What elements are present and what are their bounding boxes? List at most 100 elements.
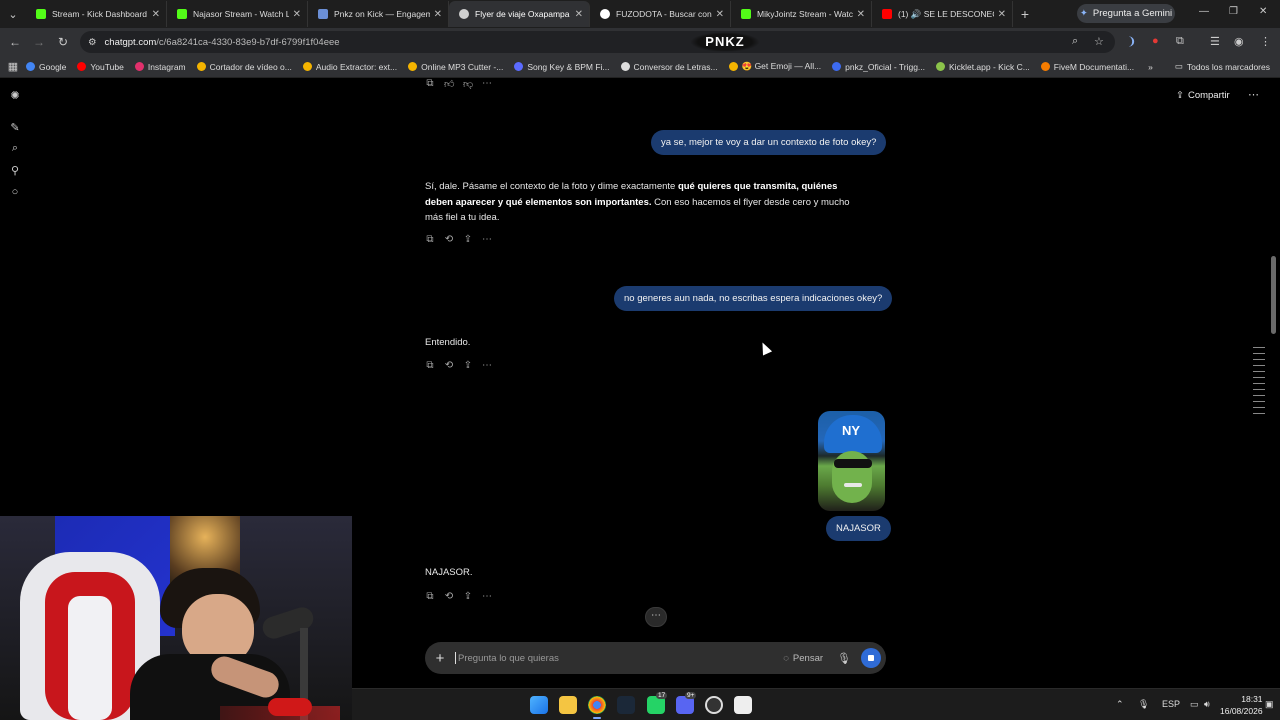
bookmark-label: Audio Extractor: ext... bbox=[315, 61, 398, 72]
microphone-icon[interactable]: 🎙︎ bbox=[1138, 699, 1149, 710]
volume-icon[interactable]: 🔊︎ bbox=[1204, 699, 1210, 710]
back-icon[interactable]: ← bbox=[3, 35, 27, 49]
share-button[interactable]: ⇪ Compartir bbox=[1176, 90, 1230, 101]
more-options-icon[interactable]: ⋯ bbox=[1248, 88, 1259, 101]
share-icon[interactable]: ⇪ bbox=[463, 591, 473, 602]
chevron-up-icon[interactable]: ⌃ bbox=[1116, 699, 1124, 710]
openai-logo-icon[interactable]: ✺ bbox=[8, 89, 22, 102]
tab-google-search[interactable]: FUZODOTA - Buscar con G ✕ bbox=[590, 1, 731, 27]
think-button[interactable]: ◌ Pensar bbox=[783, 653, 823, 664]
tab-youtube[interactable]: (1) 🔊 SE LE DESCONECTA ✕ bbox=[872, 1, 1013, 27]
tab-mikyjointz-stream[interactable]: MikyJointz Stream - Watch ✕ bbox=[731, 1, 872, 27]
site-info-icon[interactable]: ⚙ bbox=[88, 37, 97, 48]
copy-icon[interactable]: ⧉ bbox=[425, 360, 435, 371]
star-icon[interactable]: ☆ bbox=[1094, 35, 1104, 48]
plus-icon[interactable]: + bbox=[425, 650, 455, 667]
copy-icon[interactable]: ⧉ bbox=[425, 234, 435, 245]
bookmark-item[interactable]: YouTube bbox=[77, 62, 124, 72]
user-message: ya se, mejor te voy a dar un contexto de… bbox=[651, 130, 887, 155]
copy-icon[interactable]: ⧉ bbox=[425, 78, 435, 90]
stop-button[interactable] bbox=[861, 648, 881, 668]
tab-pnkz-engagement[interactable]: Pnkz on Kick — Engageme ✕ bbox=[308, 1, 449, 27]
extension-icon[interactable]: ● bbox=[1152, 35, 1159, 47]
reading-list-icon[interactable]: ☰ bbox=[1210, 35, 1220, 48]
search-icon[interactable]: ⌕ bbox=[8, 142, 22, 155]
conversation-minimap[interactable] bbox=[1253, 347, 1265, 419]
close-icon[interactable]: ✕ bbox=[998, 9, 1006, 20]
tab-kick-dashboard[interactable]: Stream - Kick Dashboard ✕ bbox=[26, 1, 167, 27]
thumbs-down-icon[interactable]: 👎︎ bbox=[463, 78, 473, 90]
close-icon[interactable]: ✕ bbox=[857, 9, 865, 20]
chrome-icon[interactable] bbox=[588, 696, 606, 714]
bookmark-item[interactable]: Online MP3 Cutter -... bbox=[408, 62, 503, 72]
network-icon[interactable]: ▭ bbox=[1190, 699, 1199, 710]
minimize-icon[interactable]: — bbox=[1199, 6, 1209, 17]
windows-start-icon[interactable] bbox=[530, 696, 548, 714]
notifications-icon[interactable]: ▣ bbox=[1265, 699, 1274, 710]
menu-icon[interactable]: ⋮ bbox=[1260, 35, 1271, 48]
chevron-right-icon[interactable]: » bbox=[1148, 62, 1153, 72]
prompt-input[interactable] bbox=[455, 652, 784, 664]
bookmark-item[interactable]: Instagram bbox=[134, 62, 186, 72]
close-icon[interactable]: ✕ bbox=[293, 9, 301, 20]
close-window-icon[interactable]: ✕ bbox=[1259, 6, 1267, 17]
new-tab-button[interactable]: + bbox=[1013, 6, 1037, 22]
microphone-icon[interactable]: 🎙︎ bbox=[837, 652, 851, 665]
thumbs-up-icon[interactable]: 👍︎ bbox=[444, 78, 454, 90]
bookmark-item[interactable]: pnkz_Oficial - Trigg... bbox=[832, 62, 925, 72]
url-bar[interactable]: ⚙ chatgpt.com /c/6a8241ca-4330-83e9-b7df… bbox=[80, 31, 1115, 53]
bookmark-item[interactable]: Song Key & BPM Fi... bbox=[514, 62, 610, 72]
bookmark-item[interactable]: Cortador de vídeo o... bbox=[196, 62, 292, 72]
regenerate-icon[interactable]: ⟲ bbox=[444, 360, 454, 371]
tab-chatgpt-flyer[interactable]: Flyer de viaje Oxapampa ✕ bbox=[449, 1, 590, 27]
tab-search-icon[interactable]: ⌄ bbox=[0, 8, 26, 21]
share-icon[interactable]: ⇪ bbox=[463, 234, 473, 245]
uploaded-image[interactable]: NY bbox=[818, 411, 885, 511]
bookmark-item[interactable]: 😍 Get Emoji — All... bbox=[728, 61, 821, 72]
obs-icon[interactable] bbox=[705, 696, 723, 714]
chat-bubble-icon[interactable]: ○ bbox=[8, 186, 22, 198]
bookmark-item[interactable]: Audio Extractor: ext... bbox=[302, 61, 398, 72]
more-icon[interactable]: ⋯ bbox=[482, 234, 492, 245]
steam-icon[interactable] bbox=[617, 696, 635, 714]
bookmark-label: Kicklet.app - Kick C... bbox=[949, 61, 1030, 72]
bookmark-label: Google bbox=[39, 61, 67, 72]
gemini-button[interactable]: ✦ Pregunta a Gemini bbox=[1077, 4, 1175, 23]
all-bookmarks-folder[interactable]: » ▭ Todos los marcadores bbox=[1148, 61, 1270, 72]
bookmark-item[interactable]: Conversor de Letras... bbox=[620, 62, 718, 72]
extension-icon[interactable]: ❩ bbox=[1127, 35, 1136, 48]
regenerate-icon[interactable]: ⟲ bbox=[444, 234, 454, 245]
zoom-icon[interactable]: ⌕ bbox=[1072, 35, 1078, 48]
reload-icon[interactable]: ↻ bbox=[51, 35, 75, 49]
extensions-puzzle-icon[interactable]: ⧉ bbox=[1176, 35, 1184, 48]
gaming-chair-stripe bbox=[68, 596, 112, 720]
copy-icon[interactable]: ⧉ bbox=[425, 591, 435, 602]
bookmark-item[interactable]: FiveM Documentati... bbox=[1040, 62, 1134, 72]
more-icon[interactable]: ⋯ bbox=[482, 360, 492, 371]
close-icon[interactable]: ✕ bbox=[575, 9, 583, 20]
restore-icon[interactable]: ❐ bbox=[1229, 6, 1238, 17]
forward-icon[interactable]: → bbox=[27, 35, 51, 49]
close-icon[interactable]: ✕ bbox=[152, 9, 160, 20]
clock[interactable]: 18:31 16/08/2026 bbox=[1220, 693, 1263, 717]
tab-title: FUZODOTA - Buscar con G bbox=[616, 9, 712, 19]
more-icon[interactable]: ⋯ bbox=[482, 78, 492, 90]
scrollbar-thumb[interactable] bbox=[1271, 256, 1276, 334]
profile-avatar-icon[interactable]: ◉ bbox=[1234, 35, 1244, 48]
language-indicator[interactable]: ESP bbox=[1162, 699, 1180, 709]
emoji-icon bbox=[728, 62, 738, 71]
regenerate-icon[interactable]: ⟲ bbox=[444, 591, 454, 602]
close-icon[interactable]: ✕ bbox=[434, 9, 442, 20]
app-icon[interactable] bbox=[734, 696, 752, 714]
share-icon[interactable]: ⇪ bbox=[463, 360, 473, 371]
apps-grid-icon[interactable]: ▦ bbox=[0, 60, 26, 73]
bookmark-item[interactable]: Kicklet.app - Kick C... bbox=[936, 62, 1030, 72]
pin-icon[interactable]: ⚲ bbox=[8, 164, 22, 177]
scroll-down-button[interactable]: ⋯ bbox=[645, 607, 667, 627]
tab-najasor-stream[interactable]: Najasor Stream - Watch Li ✕ bbox=[167, 1, 308, 27]
new-chat-icon[interactable]: ✎ bbox=[8, 121, 22, 134]
close-icon[interactable]: ✕ bbox=[716, 9, 724, 20]
file-explorer-icon[interactable] bbox=[559, 696, 577, 714]
bookmark-item[interactable]: Google bbox=[26, 62, 66, 72]
more-icon[interactable]: ⋯ bbox=[482, 591, 492, 602]
